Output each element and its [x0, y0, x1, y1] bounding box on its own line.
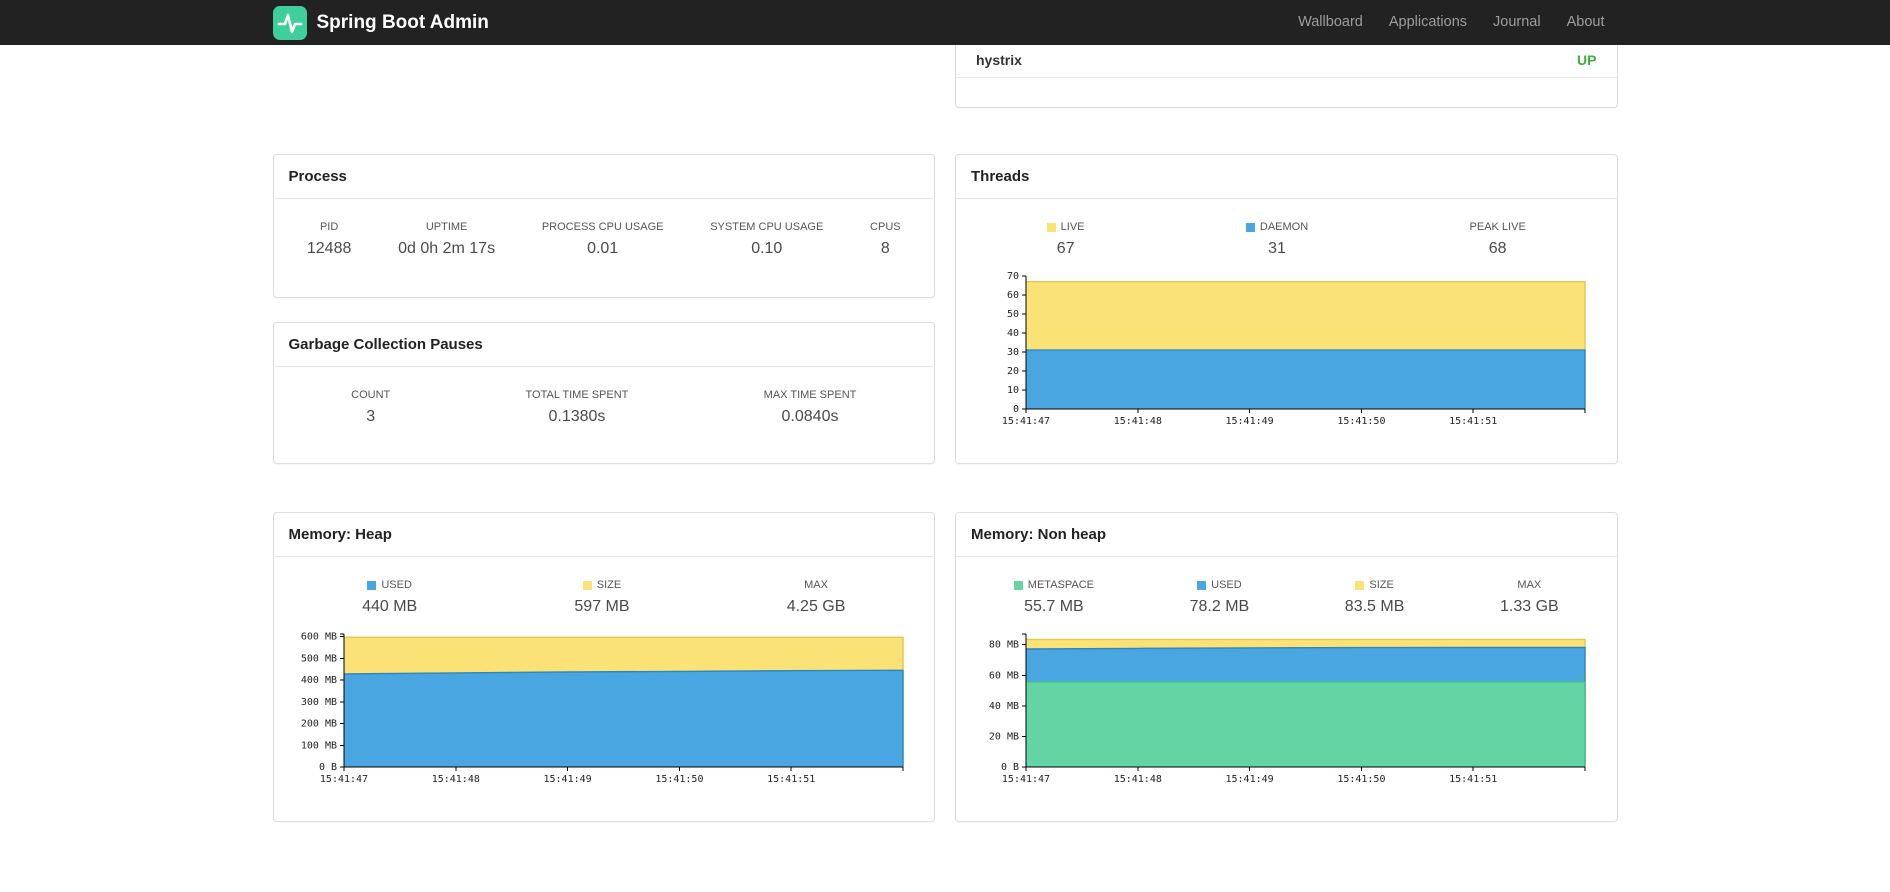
svg-text:20 MB: 20 MB [989, 731, 1019, 742]
stat-heap-used: USED 440 MB [362, 579, 418, 615]
stat-cpus: CPUS 8 [870, 221, 901, 257]
threads-chart: 0 10 20 30 40 50 60 70 15:41:47 15:41:48 15:41:49 1… [970, 270, 1603, 430]
threads-stats: LIVE 67 DAEMON 31 PEAK LIVE 68 [956, 199, 1617, 258]
panel-title: Memory: Non heap [971, 526, 1107, 543]
svg-text:15:41:50: 15:41:50 [1337, 774, 1385, 785]
svg-text:500 MB: 500 MB [300, 653, 336, 664]
svg-text:40: 40 [1007, 328, 1019, 339]
svg-text:0 B: 0 B [318, 762, 336, 773]
navbar-menu: Wallboard Applications Journal About [1285, 0, 1617, 45]
legend-swatch-size [582, 580, 592, 590]
stat-heap-size: SIZE 597 MB [574, 579, 630, 615]
stat-threads-daemon: DAEMON 31 [1245, 221, 1308, 258]
svg-text:20: 20 [1007, 366, 1019, 377]
process-panel-header: Process [273, 155, 934, 199]
spring-boot-admin-logo-icon [272, 5, 307, 40]
svg-text:15:41:47: 15:41:47 [319, 774, 367, 785]
panel-title: Memory: Heap [288, 526, 392, 543]
svg-text:15:41:51: 15:41:51 [1449, 416, 1497, 427]
health-row-hystrix[interactable]: hystrix UP [956, 45, 1617, 78]
svg-text:15:41:49: 15:41:49 [1226, 774, 1274, 785]
nav-item-journal[interactable]: Journal [1480, 0, 1554, 45]
legend-swatch-used [367, 580, 377, 590]
svg-text:100 MB: 100 MB [300, 740, 336, 751]
svg-text:15:41:48: 15:41:48 [1114, 774, 1162, 785]
stat-uptime: UPTIME 0d 0h 2m 17s [398, 221, 496, 257]
threads-panel: Threads LIVE 67 DAEMON 31 PEAK LIVE 68 0… [955, 154, 1618, 464]
stat-heap-max: MAX 4.25 GB [786, 579, 846, 615]
svg-text:200 MB: 200 MB [300, 719, 336, 730]
svg-text:400 MB: 400 MB [300, 675, 336, 686]
svg-text:15:41:49: 15:41:49 [543, 774, 591, 785]
svg-text:50: 50 [1007, 309, 1019, 320]
heap-stats: USED 440 MB SIZE 597 MB MAX 4.25 GB [274, 557, 935, 616]
stat-metaspace: METASPACE 55.7 MB [1013, 579, 1094, 616]
stat-gc-total-time: TOTAL TIME SPENT 0.1380s [525, 389, 629, 425]
health-panel-cutoff: hystrix UP [955, 45, 1618, 108]
svg-text:15:41:47: 15:41:47 [1002, 774, 1050, 785]
stat-nonheap-size: SIZE 83.5 MB [1344, 579, 1405, 615]
svg-text:60 MB: 60 MB [989, 670, 1019, 681]
svg-text:0 B: 0 B [1001, 762, 1019, 773]
svg-text:60: 60 [1007, 290, 1019, 301]
stat-gc-count: COUNT 3 [351, 389, 391, 425]
svg-text:10: 10 [1007, 385, 1019, 396]
legend-swatch-used [1197, 580, 1207, 590]
stat-process-cpu: PROCESS CPU USAGE 0.01 [541, 221, 664, 257]
gc-panel-header: Garbage Collection Pauses [273, 323, 934, 367]
nav-item-applications[interactable]: Applications [1376, 0, 1480, 45]
svg-text:0: 0 [1013, 404, 1019, 415]
svg-text:15:41:48: 15:41:48 [1114, 416, 1162, 427]
legend-swatch-metaspace [1013, 580, 1023, 590]
svg-text:40 MB: 40 MB [989, 701, 1019, 712]
svg-text:30: 30 [1007, 347, 1019, 358]
brand-title: Spring Boot Admin [316, 11, 489, 33]
legend-swatch-size [1355, 580, 1365, 590]
brand-link[interactable]: Spring Boot Admin [272, 5, 489, 40]
stat-threads-peak-live: PEAK LIVE 68 [1469, 221, 1526, 257]
memory-nonheap-panel: Memory: Non heap METASPACE 55.7 MB USED … [955, 512, 1618, 822]
heap-memory-chart: 0 B 100 MB 200 MB 300 MB 400 MB 500 MB 600 MB 1… [288, 628, 921, 788]
gc-pauses-panel: Garbage Collection Pauses COUNT 3 TOTAL … [272, 322, 935, 464]
svg-text:300 MB: 300 MB [300, 697, 336, 708]
nav-item-about[interactable]: About [1554, 0, 1618, 45]
top-navbar: Spring Boot Admin Wallboard Applications… [0, 0, 1890, 45]
svg-text:15:41:51: 15:41:51 [767, 774, 815, 785]
panel-title: Garbage Collection Pauses [288, 336, 483, 353]
right-column: hystrix UP Threads LIVE 67 DAEMON 31 PEA… [955, 45, 1618, 822]
svg-text:15:41:47: 15:41:47 [1002, 416, 1050, 427]
dashboard: Process PID 12488 UPTIME 0d 0h 2m 17s PR… [272, 45, 1618, 822]
memory-heap-panel: Memory: Heap USED 440 MB SIZE 597 MB MAX… [272, 512, 935, 822]
legend-swatch-live [1046, 222, 1056, 232]
gc-stats: COUNT 3 TOTAL TIME SPENT 0.1380s MAX TIM… [274, 367, 935, 426]
nonheap-panel-header: Memory: Non heap [956, 513, 1617, 557]
svg-text:80 MB: 80 MB [989, 640, 1019, 651]
panel-title: Process [288, 168, 347, 185]
stat-threads-live: LIVE 67 [1046, 221, 1085, 258]
nonheap-memory-chart: 0 B 20 MB 40 MB 60 MB 80 MB 15:41:47 15:41:48 1… [970, 628, 1603, 788]
stat-gc-max-time: MAX TIME SPENT 0.0840s [763, 389, 857, 425]
stat-pid: PID 12488 [306, 221, 352, 257]
health-application-name: hystrix [976, 52, 1022, 68]
left-column: Process PID 12488 UPTIME 0d 0h 2m 17s PR… [272, 45, 935, 822]
stat-nonheap-max: MAX 1.33 GB [1499, 579, 1559, 615]
svg-text:15:41:50: 15:41:50 [1337, 416, 1385, 427]
heap-panel-header: Memory: Heap [273, 513, 934, 557]
svg-text:600 MB: 600 MB [300, 632, 336, 643]
legend-swatch-daemon [1245, 222, 1255, 232]
svg-text:15:41:49: 15:41:49 [1226, 416, 1274, 427]
process-stats: PID 12488 UPTIME 0d 0h 2m 17s PROCESS CP… [274, 199, 935, 258]
svg-text:15:41:48: 15:41:48 [431, 774, 479, 785]
process-panel: Process PID 12488 UPTIME 0d 0h 2m 17s PR… [272, 154, 935, 298]
stat-system-cpu: SYSTEM CPU USAGE 0.10 [710, 221, 824, 257]
svg-text:15:41:51: 15:41:51 [1449, 774, 1497, 785]
nonheap-stats: METASPACE 55.7 MB USED 78.2 MB SIZE 83.5… [956, 557, 1617, 616]
svg-text:70: 70 [1007, 271, 1019, 282]
status-badge: UP [1577, 52, 1597, 68]
threads-panel-header: Threads [956, 155, 1617, 199]
stat-nonheap-used: USED 78.2 MB [1189, 579, 1250, 615]
svg-text:15:41:50: 15:41:50 [655, 774, 703, 785]
nav-item-wallboard[interactable]: Wallboard [1285, 0, 1376, 45]
panel-title: Threads [971, 168, 1030, 185]
